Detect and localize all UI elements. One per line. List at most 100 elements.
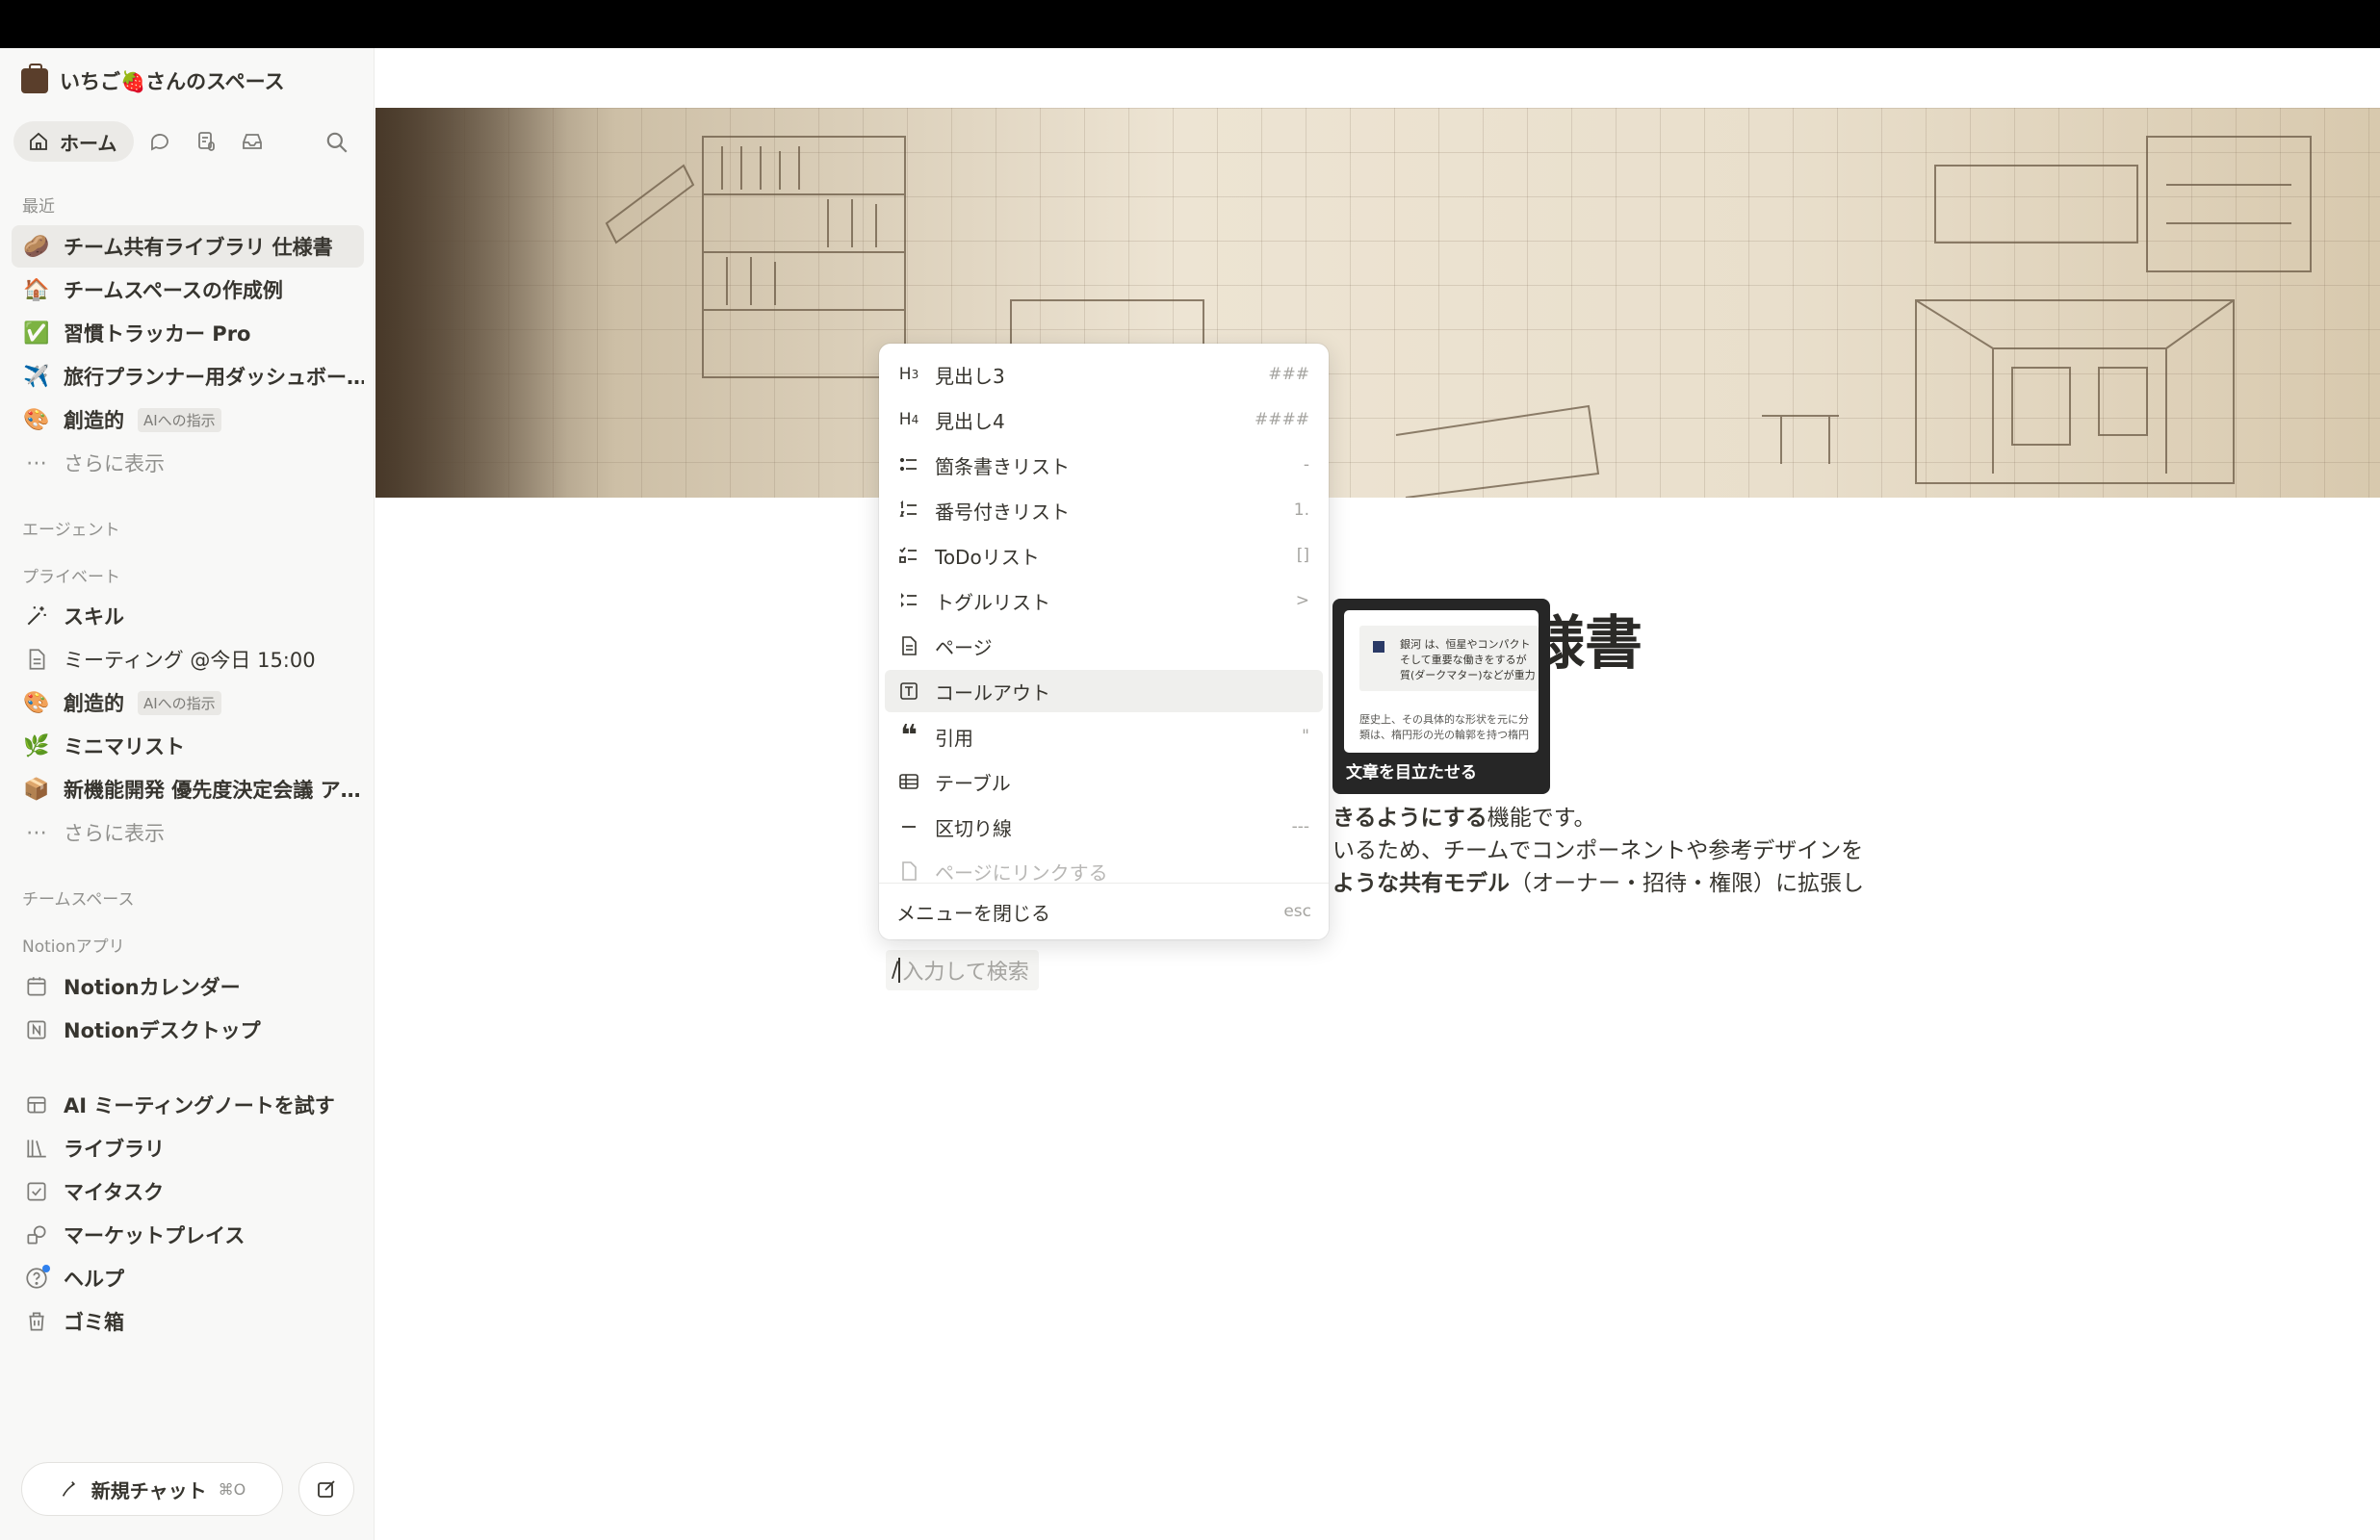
slash-command-input[interactable]: / 入力して検索 [886, 950, 1039, 990]
home-label: ホーム [60, 131, 117, 155]
menu-item-quote[interactable]: ❝ 引用 " [885, 715, 1323, 757]
sidebar-item-help[interactable]: ヘルプ [12, 1257, 364, 1299]
cover-binder-shadow [375, 108, 568, 498]
numbered-list-icon [896, 498, 921, 523]
sidebar-item-habit-tracker[interactable]: ✅ 習慣トラッカー Pro [12, 312, 364, 354]
sidebar-item-marketplace[interactable]: マーケットプレイス [12, 1214, 364, 1256]
menu-item-shortcut: 1. [1293, 500, 1309, 520]
sidebar-show-more-private[interactable]: ⋯ さらに表示 [12, 811, 364, 854]
sidebar-item-trash[interactable]: ゴミ箱 [12, 1300, 364, 1343]
sidebar-item-teamspace-example[interactable]: 🏠 チームスペースの作成例 [12, 269, 364, 311]
potato-icon: 🥔 [23, 234, 50, 259]
body-text-line-1[interactable]: きるようにする機能です。 [1332, 799, 1595, 832]
sidebar-item-travel-planner[interactable]: ✈️ 旅行プランナー用ダッシュボー… [12, 355, 364, 398]
sidebar-item-label: 創造的 [64, 409, 124, 432]
magic-wand-icon [23, 603, 50, 629]
slash-placeholder: 入力して検索 [902, 961, 1029, 985]
page-icon [896, 633, 921, 658]
section-agent-label: エージェント [22, 521, 120, 540]
sidebar-item-creative-private[interactable]: 🎨 創造的 AIへの指示 [12, 681, 364, 724]
menu-item-label: 見出し4 [935, 409, 1005, 433]
sidebar-item-label: ミニマリスト [64, 735, 185, 758]
library-icon [23, 1135, 50, 1162]
plain-text: いるため、チームでコンポーネントや参考デザインを [1332, 838, 1864, 863]
menu-item-page[interactable]: ページ [885, 625, 1323, 667]
sidebar-item-label: ゴミ箱 [64, 1311, 124, 1334]
leaf-icon: 🌿 [23, 733, 50, 758]
home-button[interactable]: ホーム [13, 121, 135, 162]
sidebar-item-library[interactable]: ライブラリ [12, 1127, 364, 1169]
plain-text: （オーナー・招待・権限）に拡張し [1510, 871, 1864, 896]
menu-item-label: 区切り線 [935, 816, 1012, 840]
menu-item-label: 番号付きリスト [935, 500, 1070, 524]
sidebar-item-creative[interactable]: 🎨 創造的 AIへの指示 [12, 398, 364, 441]
new-page-button[interactable] [298, 1462, 354, 1516]
section-private-label: プライベート [22, 568, 120, 587]
preview-line: 歴史上、その具体的な形状を元に分 [1359, 713, 1529, 726]
sidebar-show-more-recent[interactable]: ⋯ さらに表示 [12, 442, 364, 484]
body-text-line-3[interactable]: ような共有モデル（オーナー・招待・権限）に拡張し [1332, 864, 1864, 897]
search-icon[interactable] [318, 123, 356, 162]
chat-bubble-icon[interactable] [140, 121, 180, 162]
menu-item-shortcut: " [1302, 727, 1309, 746]
workspace-switcher[interactable]: いちご🍓さんのスペース [21, 62, 285, 100]
sidebar-item-label: チームスペースの作成例 [64, 279, 283, 302]
close-menu-button[interactable]: メニューを閉じる esc [879, 883, 1329, 939]
sidebar-item-label: ヘルプ [64, 1268, 124, 1291]
quote-icon: ❝ [900, 719, 918, 753]
sidebar-item-minimalist[interactable]: 🌿 ミニマリスト [12, 725, 364, 767]
slash-char: / [892, 958, 899, 983]
sidebar-item-meeting[interactable]: ミーティング @今日 15:00 [12, 638, 364, 680]
sidebar-item-ai-meeting-notes[interactable]: AI ミーティングノートを試す [12, 1084, 364, 1126]
menu-item-label: コールアウト [935, 680, 1050, 705]
close-menu-label: メニューを閉じる [896, 901, 1050, 925]
menu-item-table[interactable]: テーブル [885, 760, 1323, 803]
airplane-icon: ✈️ [23, 364, 50, 389]
inbox-icon[interactable] [232, 121, 272, 162]
new-chat-button[interactable]: 新規チャット ⌘O [21, 1462, 283, 1516]
sidebar-item-label: ライブラリ [64, 1138, 165, 1161]
menu-item-heading-4[interactable]: H4 見出し4 #### [885, 398, 1323, 441]
menu-item-callout[interactable]: コールアウト [885, 670, 1323, 712]
preview-body-text: 歴史上、その具体的な形状を元に分 類は、楕円形の光の輪郭を持つ楕円 [1359, 712, 1529, 743]
sidebar-item-team-library-spec[interactable]: 🥔 チーム共有ライブラリ 仕様書 [12, 225, 364, 268]
show-more-label: さらに表示 [64, 452, 165, 475]
ai-instruction-badge: AIへの指示 [138, 407, 221, 432]
sidebar-item-my-tasks[interactable]: マイタスク [12, 1170, 364, 1213]
menu-item-shortcut: #### [1255, 410, 1309, 429]
menu-item-toggle-list[interactable]: トグルリスト > [885, 579, 1323, 622]
menu-item-bulleted-list[interactable]: 箇条書きリスト - [885, 444, 1323, 486]
menu-item-todo-list[interactable]: ToDoリスト [] [885, 534, 1323, 577]
table-icon [896, 769, 921, 794]
trash-icon [23, 1308, 50, 1335]
sidebar-item-label: Notionデスクトップ [64, 1019, 261, 1042]
body-text-line-2[interactable]: いるため、チームでコンポーネントや参考デザインを [1332, 832, 1863, 864]
top-nav: ホーム [13, 121, 360, 162]
window-top-bar [0, 0, 2380, 48]
link-page-icon [896, 859, 921, 884]
sidebar-item-notion-desktop[interactable]: Notionデスクトップ [12, 1009, 364, 1051]
todo-list-icon [896, 543, 921, 568]
galaxy-icon [1373, 641, 1384, 653]
sidebar-item-feature-priority-meeting[interactable]: 📦 新機能開発 優先度決定会議 ア… [12, 768, 364, 810]
more-dots-icon: ⋯ [26, 450, 47, 475]
check-badge-icon: ✅ [23, 321, 50, 346]
sidebar-item-skills[interactable]: スキル [12, 595, 364, 637]
page-cover-image[interactable] [375, 108, 2380, 498]
notion-logo-icon [23, 1016, 50, 1043]
toggle-list-icon [896, 588, 921, 613]
menu-item-divider[interactable]: 区切り線 --- [885, 806, 1323, 848]
sidebar-item-notion-calendar[interactable]: Notionカレンダー [12, 965, 364, 1008]
plain-text: 機能です。 [1487, 806, 1596, 831]
menu-item-numbered-list[interactable]: 番号付きリスト 1. [885, 489, 1323, 531]
preview-line: 質(ダークマター)などが重力 [1400, 669, 1536, 681]
h4-icon: H4 [898, 410, 919, 429]
workspace-name: いちご🍓さんのスペース [60, 70, 285, 93]
preview-line: 類は、楕円形の光の輪郭を持つ楕円 [1359, 729, 1529, 741]
house-icon: 🏠 [23, 277, 50, 302]
meeting-notes-icon[interactable] [186, 121, 226, 162]
menu-item-heading-3[interactable]: H3 見出し3 ### [885, 353, 1323, 396]
help-icon [23, 1265, 50, 1292]
menu-item-shortcut: - [1303, 455, 1309, 475]
section-notion-apps-label: Notionアプリ [22, 937, 125, 957]
